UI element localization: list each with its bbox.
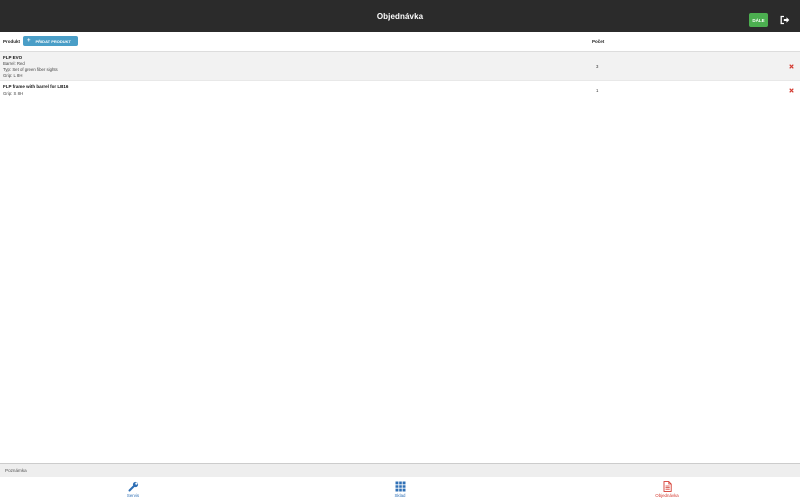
document-icon (663, 481, 672, 492)
product-qty[interactable]: 1 (596, 88, 598, 93)
tab-sklad[interactable]: Sklad (380, 481, 420, 498)
plus-icon: + (27, 38, 31, 44)
delete-icon[interactable] (789, 64, 794, 69)
next-button[interactable]: DÁLE (749, 13, 768, 27)
wrench-icon (128, 481, 138, 492)
page-title: Objednávka (376, 11, 424, 21)
product-attr: Grip: S 8H (3, 91, 24, 96)
table-row[interactable]: FLP frame with barrel for LB16 Grip: S 8… (0, 81, 800, 99)
product-name: FLP EVO (3, 55, 23, 60)
delete-icon[interactable] (789, 88, 794, 93)
app-header: Objednávka DÁLE (0, 0, 800, 32)
logout-icon[interactable] (780, 15, 790, 25)
product-attr: Grip: L 8H (3, 73, 23, 78)
add-product-label: PŘIDAT PRODUKT (35, 38, 71, 44)
tab-label: Servis (126, 493, 140, 498)
note-placeholder: Poznámka (5, 468, 27, 473)
tab-servis[interactable]: Servis (113, 481, 153, 498)
tab-objednavka[interactable]: Objednávka (647, 481, 687, 498)
product-qty[interactable]: 3 (596, 64, 598, 69)
column-product: Produkt (3, 39, 21, 44)
column-count: Počet (592, 39, 605, 44)
table-row[interactable]: FLP EVO Barrel: Red Typ: Set of green fi… (0, 52, 800, 81)
add-product-button[interactable]: + PŘIDAT PRODUKT (23, 36, 78, 46)
tab-label: Sklad (394, 493, 406, 498)
tab-bar: Servis Sklad Objednávka (0, 477, 800, 500)
product-attr: Barrel: Red (3, 61, 25, 66)
grid-icon (395, 481, 405, 492)
product-name: FLP frame with barrel for LB16 (3, 84, 69, 89)
note-field[interactable]: Poznámka (0, 463, 800, 477)
product-attr: Typ: Set of green fiber sights (3, 67, 58, 72)
table-header: Produkt + PŘIDAT PRODUKT Počet (0, 32, 800, 52)
tab-label: Objednávka (655, 493, 679, 498)
